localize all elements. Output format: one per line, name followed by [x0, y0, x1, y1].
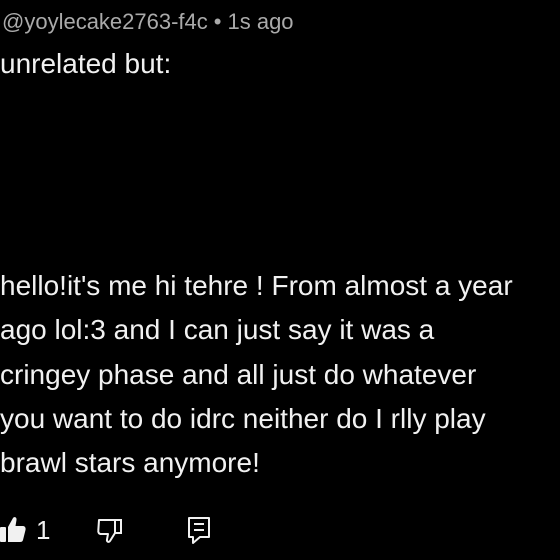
comment-text-line-2: hello!it's me hi tehre ! From almost a y… [0, 270, 513, 301]
comment-text-line-5: you want to do idrc neither do I rlly pl… [0, 403, 486, 434]
timestamp[interactable]: 1s ago [227, 9, 293, 34]
meta-separator: • [213, 9, 222, 34]
comment-header: @yoylecake2763-f4c • 1s ago [2, 8, 294, 36]
comment: @yoylecake2763-f4c • 1s ago unrelated but:… [0, 0, 560, 560]
reply-icon [186, 515, 212, 545]
comment-actions: 1 [0, 508, 560, 552]
like-count: 1 [36, 515, 51, 545]
thumbs-up-icon [0, 516, 26, 544]
comment-text-line-3: ago lol:3 and I can just say it was a [0, 314, 435, 345]
comment-text-line-1: unrelated but: [0, 48, 172, 79]
author-handle[interactable]: @yoylecake2763-f4c [2, 9, 208, 34]
comment-text-line-4: cringey phase and all just do whatever [0, 359, 477, 390]
dislike-button[interactable] [96, 512, 124, 548]
comment-text-line-6: brawl stars anymore! [0, 447, 260, 478]
thumbs-down-icon [96, 516, 124, 544]
like-button[interactable]: 1 [0, 512, 50, 548]
reply-button[interactable] [186, 512, 212, 548]
